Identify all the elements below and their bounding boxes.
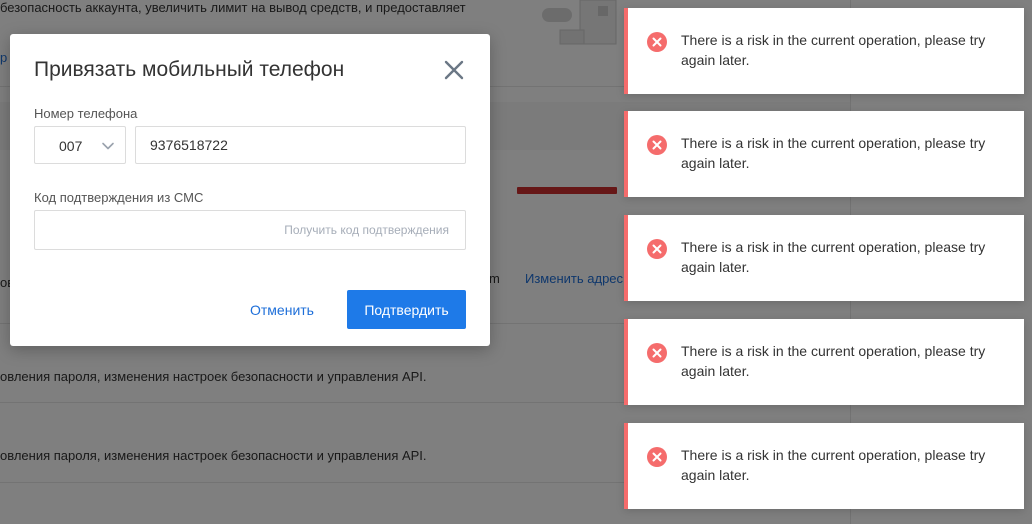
toast-message: There is a risk in the current operation… — [681, 135, 986, 171]
toast-message: There is a risk in the current operation… — [681, 343, 986, 379]
page: безопасность аккаунта, увеличить лимит н… — [0, 0, 1032, 524]
cancel-button[interactable]: Отменить — [242, 290, 322, 330]
sms-code-input[interactable] — [35, 211, 299, 249]
error-circle-icon — [647, 135, 667, 155]
modal-title: Привязать мобильный телефон — [34, 58, 345, 81]
phone-input[interactable] — [135, 126, 466, 164]
error-circle-icon — [647, 343, 667, 363]
error-circle-icon — [647, 447, 667, 467]
toast-message: There is a risk in the current operation… — [681, 239, 986, 275]
country-code-select[interactable]: 007 — [34, 126, 126, 164]
phone-label: Номер телефона — [34, 106, 138, 121]
toast-message: There is a risk in the current operation… — [681, 32, 986, 68]
bind-phone-modal: Привязать мобильный телефон Номер телефо… — [10, 34, 490, 346]
error-toast: There is a risk in the current operation… — [624, 8, 1024, 94]
error-toast: There is a risk in the current operation… — [624, 111, 1024, 197]
get-code-button[interactable]: Получить код подтверждения — [284, 223, 449, 237]
chevron-down-icon — [102, 142, 114, 150]
sms-code-label: Код подтверждения из СМС — [34, 190, 204, 205]
country-code-value: 007 — [59, 138, 83, 154]
confirm-button[interactable]: Подтвердить — [347, 290, 466, 329]
error-toast: There is a risk in the current operation… — [624, 215, 1024, 301]
sms-code-field: Получить код подтверждения — [34, 210, 466, 250]
toast-message: There is a risk in the current operation… — [681, 447, 986, 483]
close-icon[interactable] — [442, 58, 466, 82]
error-toast: There is a risk in the current operation… — [624, 423, 1024, 509]
error-circle-icon — [647, 32, 667, 52]
error-circle-icon — [647, 239, 667, 259]
error-toast: There is a risk in the current operation… — [624, 319, 1024, 405]
